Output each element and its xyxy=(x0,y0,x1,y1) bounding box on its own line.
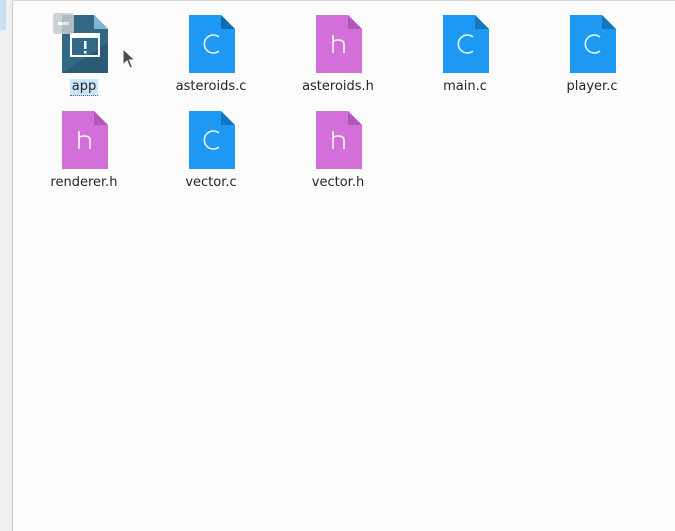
c-source-file-icon xyxy=(189,111,235,169)
c-header-file-icon xyxy=(62,111,108,169)
file-name-vector-h: vector.h xyxy=(311,175,365,190)
file-name-vector-c: vector.c xyxy=(185,175,237,190)
file-name-asteroids-h: asteroids.h xyxy=(302,79,374,94)
file-item-player-c[interactable]: player.c xyxy=(536,15,648,105)
file-name-main-c: main.c xyxy=(443,79,487,94)
places-panel-highlight xyxy=(0,0,6,30)
file-name-renderer-h: renderer.h xyxy=(50,175,118,190)
file-item-vector-c[interactable]: vector.c xyxy=(155,111,267,201)
file-item-asteroids-c[interactable]: asteroids.c xyxy=(155,15,267,105)
file-name-app: app xyxy=(69,79,99,96)
file-item-main-c[interactable]: main.c xyxy=(409,15,521,105)
selection-toggle-icon[interactable] xyxy=(53,13,74,34)
c-header-file-icon xyxy=(316,15,362,73)
file-item-renderer-h[interactable]: renderer.h xyxy=(28,111,140,201)
c-source-file-icon xyxy=(570,15,616,73)
places-panel-edge xyxy=(0,0,13,531)
c-source-file-icon xyxy=(443,15,489,73)
file-item-vector-h[interactable]: vector.h xyxy=(282,111,394,201)
c-source-file-icon xyxy=(189,15,235,73)
file-name-player-c: player.c xyxy=(566,79,618,94)
file-icon-view[interactable]: app asteroids.c asteroids.h main.c playe… xyxy=(13,1,675,531)
c-header-file-icon xyxy=(316,111,362,169)
file-item-asteroids-h[interactable]: asteroids.h xyxy=(282,15,394,105)
file-name-asteroids-c: asteroids.c xyxy=(175,79,247,94)
mouse-pointer-icon xyxy=(122,48,137,69)
